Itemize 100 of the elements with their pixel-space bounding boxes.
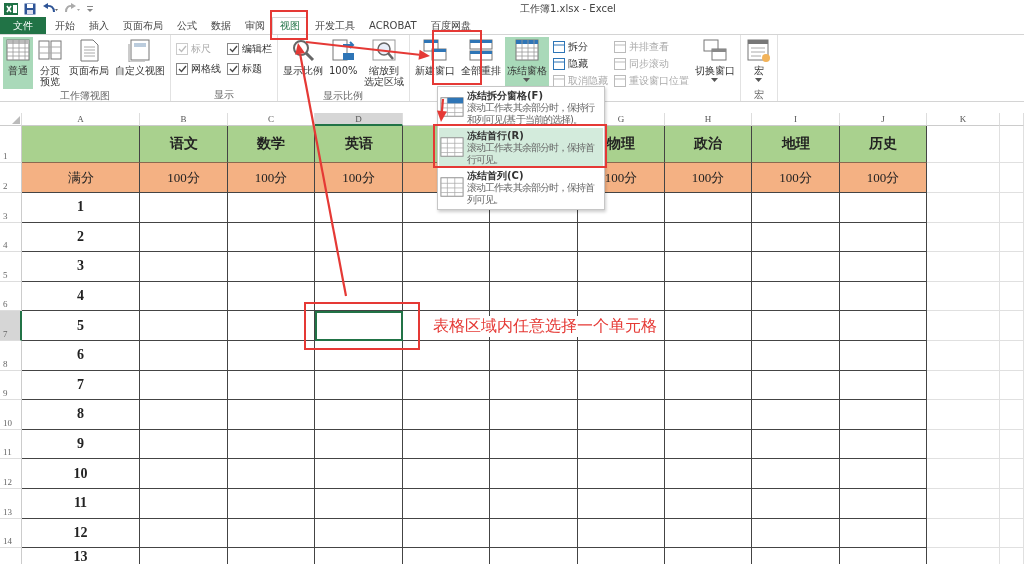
ribbon-tab[interactable]: 开发工具 bbox=[308, 17, 362, 34]
file-tab[interactable]: 文件 bbox=[0, 17, 46, 34]
group-label: 显示比例 bbox=[322, 89, 365, 102]
ribbon-tab[interactable]: 审阅 bbox=[238, 17, 272, 34]
undo-icon[interactable] bbox=[42, 2, 58, 15]
checkbox[interactable] bbox=[227, 42, 239, 55]
ribbon-tab[interactable]: 开始 bbox=[48, 17, 82, 34]
annotation-box bbox=[270, 10, 308, 40]
table-cell: 英语 bbox=[315, 126, 403, 163]
table-cell: 6 bbox=[22, 340, 140, 371]
freeze-panes-icon bbox=[440, 136, 464, 158]
table-cell bbox=[1000, 281, 1024, 312]
save-icon[interactable] bbox=[24, 2, 36, 15]
macro-icon bbox=[746, 39, 771, 62]
check-icon bbox=[177, 44, 187, 53]
row-header[interactable]: 12 bbox=[0, 459, 22, 489]
window-title: 工作簿1.xlsx - Excel bbox=[520, 2, 616, 16]
ribbon-button[interactable]: 宏 bbox=[743, 37, 774, 88]
row-header[interactable]: 5 bbox=[0, 252, 22, 282]
row-header[interactable]: 9 bbox=[0, 370, 22, 401]
row-header[interactable]: 4 bbox=[0, 222, 22, 253]
table-cell: 10 bbox=[22, 459, 140, 489]
ribbon-tab[interactable]: ACROBAT bbox=[362, 17, 424, 34]
customize-caret-icon[interactable] bbox=[86, 3, 94, 14]
ribbon-button[interactable]: 页面布局 bbox=[67, 37, 111, 89]
table-cell bbox=[1000, 340, 1024, 371]
ribbon-tab[interactable]: 数据 bbox=[204, 17, 238, 34]
group-label: 宏 bbox=[752, 88, 765, 101]
page-icon bbox=[77, 39, 101, 62]
ribbon-button[interactable]: 自定义视图 bbox=[113, 37, 167, 89]
group-label: 显示 bbox=[213, 88, 235, 101]
ribbon-button[interactable]: 全部重排 bbox=[458, 37, 503, 88]
column-header[interactable]: D bbox=[315, 113, 403, 126]
table-cell: 7 bbox=[22, 370, 140, 401]
zoom-icon bbox=[331, 39, 356, 62]
window-option-icon bbox=[613, 58, 626, 70]
table-cell: 1 bbox=[22, 193, 140, 223]
table-cell: 2 bbox=[22, 222, 140, 253]
row-header[interactable]: 10 bbox=[0, 400, 22, 430]
ribbon-button[interactable]: 切换窗口 bbox=[692, 37, 737, 88]
checkbox-label: 标尺 bbox=[191, 41, 211, 56]
checkbox[interactable] bbox=[176, 62, 188, 75]
windows-icon bbox=[468, 39, 493, 62]
table-cell: 4 bbox=[22, 281, 140, 312]
ribbon-tab[interactable]: 页面布局 bbox=[116, 17, 170, 34]
table-cell: 历史 bbox=[840, 126, 927, 163]
row-header[interactable]: 3 bbox=[0, 193, 22, 223]
ribbon-button[interactable]: 冻结窗格 bbox=[504, 37, 549, 88]
table-cell: 政治 bbox=[665, 126, 752, 163]
table-cell: 100分 bbox=[228, 163, 315, 193]
grid-icon bbox=[6, 39, 30, 62]
checkbox[interactable] bbox=[227, 62, 239, 75]
row-header[interactable]: 11 bbox=[0, 429, 22, 460]
ribbon-button[interactable]: 拆分 bbox=[552, 40, 608, 54]
check-icon bbox=[228, 64, 238, 73]
column-header[interactable]: K bbox=[927, 113, 1000, 126]
table-cell: 100分 bbox=[140, 163, 228, 193]
window-icon bbox=[128, 39, 152, 62]
annotation-text: 表格区域内任意选择一个单元格 bbox=[433, 316, 657, 337]
table-cell bbox=[1000, 518, 1024, 549]
ribbon-tab[interactable]: 视图 bbox=[272, 17, 308, 34]
menu-item-title: 冻结首行(R) bbox=[467, 130, 525, 142]
table-cell bbox=[1000, 429, 1024, 460]
selected-cell[interactable] bbox=[315, 311, 403, 341]
windows-icon bbox=[422, 39, 447, 62]
menu-item[interactable]: 冻结首行(R) 滚动工作表其余部分时，保持首行可见。 bbox=[439, 128, 603, 168]
ribbon-tab[interactable]: 插入 bbox=[82, 17, 116, 34]
checkbox-label: 网格线 bbox=[191, 61, 221, 76]
table-cell: 9 bbox=[22, 429, 140, 460]
table-cell: 13 bbox=[22, 548, 140, 564]
table-cell: 100分 bbox=[315, 163, 403, 193]
search-icon bbox=[291, 39, 315, 62]
table-cell: 11 bbox=[22, 488, 140, 519]
ribbon-tab[interactable]: 百度网盘 bbox=[423, 17, 478, 34]
freeze-panes-icon bbox=[440, 176, 464, 198]
window-option-icon bbox=[613, 75, 626, 87]
page-break-icon bbox=[38, 39, 62, 62]
ribbon-button[interactable]: 普通 bbox=[3, 37, 33, 89]
ribbon-button[interactable]: 隐藏 bbox=[552, 57, 608, 71]
menu-item-title: 冻结拆分窗格(F) bbox=[467, 90, 544, 102]
table-cell: 地理 bbox=[752, 126, 840, 163]
table-cell bbox=[1000, 222, 1024, 253]
ribbon-button[interactable]: 分页 预览 bbox=[35, 37, 65, 89]
table-cell bbox=[1000, 488, 1024, 519]
ribbon-tab[interactable]: 公式 bbox=[170, 17, 204, 34]
ribbon-button[interactable]: 100% bbox=[327, 37, 360, 89]
row-header[interactable]: 8 bbox=[0, 340, 22, 371]
window-option-icon bbox=[552, 58, 565, 70]
group-label: 工作簿视图 bbox=[59, 89, 111, 102]
annotation-arrow bbox=[436, 98, 447, 122]
table-cell: 12 bbox=[22, 518, 140, 549]
row-header[interactable]: 13 bbox=[0, 488, 22, 519]
table-cell: 数学 bbox=[228, 126, 315, 163]
row-header[interactable]: 7 bbox=[0, 311, 22, 341]
windows-icon bbox=[702, 39, 727, 62]
table-cell: 100分 bbox=[752, 163, 840, 193]
row-header[interactable]: 14 bbox=[0, 518, 22, 549]
check-icon bbox=[228, 44, 238, 53]
ribbon-button[interactable]: 缩放到 选定区域 bbox=[361, 37, 406, 89]
table-cell bbox=[1000, 252, 1024, 282]
